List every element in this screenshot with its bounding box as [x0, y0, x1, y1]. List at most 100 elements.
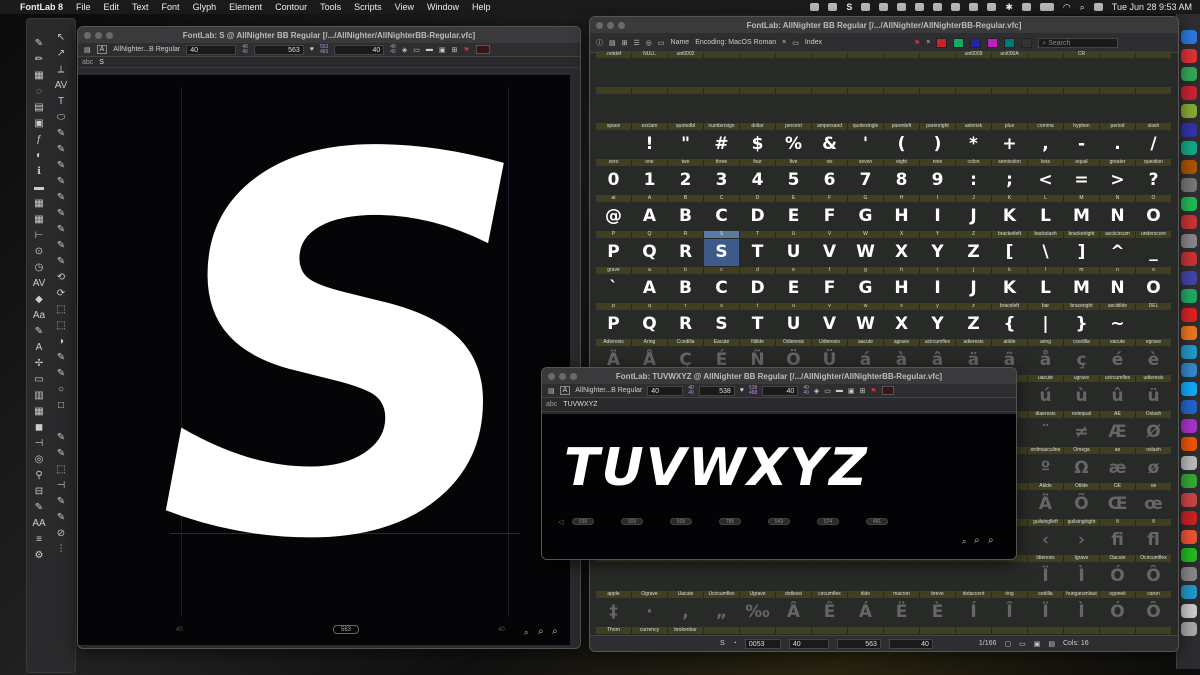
glyph-cell[interactable]: oO — [1136, 267, 1172, 303]
tool-icon[interactable]: ◷ — [31, 261, 47, 275]
tool-icon[interactable]: ⊣ — [53, 479, 69, 493]
glyph-cell[interactable] — [668, 555, 704, 591]
info-icon[interactable]: ⓘ — [596, 38, 603, 48]
glyph-cell[interactable] — [1136, 51, 1172, 87]
glyph-cell[interactable]: vV — [812, 303, 848, 339]
glyph-cell[interactable]: SS — [704, 231, 740, 267]
glyph-cell[interactable]: space — [596, 123, 632, 159]
glyph-cell[interactable]: ordmasculine º — [1028, 447, 1064, 483]
search-field[interactable]: ⌕ Search — [1038, 37, 1119, 48]
glyph-cell[interactable] — [776, 51, 812, 87]
glyph-cell[interactable]: RR — [668, 231, 704, 267]
tool-icon[interactable]: □ — [53, 399, 69, 413]
glyph-cell[interactable]: jJ — [956, 267, 992, 303]
glyph-cell[interactable]: yY — [920, 303, 956, 339]
menu-tools[interactable]: Tools — [320, 2, 341, 12]
glyph-cell[interactable]: colon: — [956, 159, 992, 195]
glyph-width-pill[interactable]: 509 — [670, 518, 692, 525]
close-button[interactable] — [84, 31, 91, 39]
text-input[interactable]: TUVWXYZ — [563, 401, 597, 408]
status-cols[interactable]: Cols: 16 — [1063, 640, 1089, 647]
glyph-cell[interactable]: oe œ — [1136, 483, 1172, 519]
tool-icon[interactable]: ⟲ — [53, 271, 69, 285]
color-swatch-none[interactable] — [1021, 37, 1033, 48]
glyph-cell[interactable]: ring Î — [992, 591, 1028, 627]
glyph-cell[interactable]: braceleft { — [992, 303, 1028, 339]
tool-icon[interactable]: ⬚ — [53, 319, 69, 333]
glyph-cell[interactable]: XX — [884, 231, 920, 267]
glyph-window-titlebar[interactable]: FontLab: S @ AllNighter BB Regular [/...… — [78, 27, 580, 43]
glyph-cell[interactable]: DD — [740, 195, 776, 231]
heart-icon[interactable]: ♥ — [740, 387, 744, 394]
glyph-cell[interactable]: aA — [632, 267, 668, 303]
glyph-cell[interactable]: fl ﬂ — [1136, 519, 1172, 555]
status-icon[interactable] — [951, 3, 961, 11]
glyph-cell[interactable] — [632, 555, 668, 591]
tool-icon[interactable]: ✎ — [53, 367, 69, 381]
tool-icon[interactable]: ⟂ — [53, 63, 69, 77]
control-center-icon[interactable] — [1093, 3, 1103, 11]
glyph-cell[interactable] — [1064, 87, 1100, 123]
sidebar-toggle-icon[interactable]: ▤ — [84, 46, 91, 54]
tool-icon[interactable]: AA — [31, 517, 47, 531]
glyph-cell[interactable]: WW — [848, 231, 884, 267]
glyph-cell[interactable]: diaeresis ¨ — [1028, 411, 1064, 447]
glyph-cell[interactable]: mM — [1064, 267, 1100, 303]
glyph-cell[interactable] — [812, 555, 848, 591]
glyph-cell[interactable] — [956, 87, 992, 123]
status-rsb[interactable]: 40 — [888, 638, 933, 649]
dock-app-icon[interactable] — [1181, 233, 1197, 248]
status-icon[interactable] — [861, 3, 871, 11]
name-filter[interactable]: Name — [671, 39, 690, 46]
glyph-cell[interactable] — [920, 87, 956, 123]
glyph-cell[interactable]: exclam! — [632, 123, 668, 159]
glyph-cell[interactable]: four 4 — [740, 159, 776, 195]
tool-icon[interactable]: ◼ — [31, 421, 47, 435]
glyph-cell[interactable] — [1100, 51, 1136, 87]
dock-app-icon[interactable] — [1181, 585, 1197, 599]
glyph-cell[interactable] — [884, 51, 920, 87]
glyph-cell[interactable]: LL — [1028, 195, 1064, 231]
fill-icon[interactable]: ▬ — [836, 387, 843, 394]
tool-icon[interactable]: ✎ — [31, 501, 47, 515]
tool-icon[interactable]: AV — [53, 79, 69, 93]
tool-icon[interactable]: ✎ — [53, 447, 69, 461]
glyph-cell[interactable]: pP — [596, 303, 632, 339]
advance-width-field[interactable]: 538 — [698, 385, 735, 396]
glyph-cell[interactable]: TT — [740, 231, 776, 267]
glyph-cell[interactable] — [740, 51, 776, 87]
glyph-cell[interactable]: OO — [1136, 195, 1172, 231]
glyph-cell[interactable] — [1028, 51, 1064, 87]
dock-app-icon[interactable] — [1181, 566, 1197, 581]
glyph-cell[interactable]: ogonek Ó — [1100, 591, 1136, 627]
glyph-cell[interactable]: NN — [1100, 195, 1136, 231]
glyph-cell[interactable] — [776, 87, 812, 123]
glyph-canvas[interactable]: S 40 563 40 ⌕ ⌕ ⌕ — [78, 75, 570, 645]
tool-icon[interactable]: ⊟ — [31, 485, 47, 499]
glyph-cell[interactable] — [740, 555, 776, 591]
menu-scripts[interactable]: Scripts — [354, 2, 382, 12]
glyph-cell[interactable]: BB — [668, 195, 704, 231]
glyph-cell[interactable]: eacute é — [1100, 339, 1136, 375]
glyph-cell[interactable]: egrave è — [1136, 339, 1172, 375]
tool-icon[interactable]: ◎ — [31, 453, 47, 467]
glyph-width-pill[interactable]: 538 — [572, 518, 594, 525]
glyph-cell[interactable]: udieresis ü — [1136, 375, 1172, 411]
dock-app-icon[interactable] — [1181, 437, 1197, 451]
clock[interactable]: Tue Jun 28 9:53 AM — [1112, 2, 1192, 12]
tool-icon[interactable]: Aa — [31, 309, 47, 323]
glyph-cell[interactable]: ccedilla ç — [1064, 339, 1100, 375]
menu-font[interactable]: Font — [162, 2, 180, 12]
glyph-cell[interactable]: Uacute, — [668, 591, 704, 627]
zoom-button[interactable] — [106, 31, 113, 39]
color-swatch-blue[interactable] — [970, 37, 982, 48]
glyph-cell[interactable]: apple ‡ — [596, 591, 632, 627]
glyph-cell[interactable] — [920, 51, 956, 87]
glyph-cell[interactable]: tilde Á — [848, 591, 884, 627]
glyph-cell[interactable]: dollar $ — [740, 123, 776, 159]
glyph-cell[interactable]: asciicircum ^ — [1100, 231, 1136, 267]
dock-app-icon[interactable] — [1181, 511, 1197, 525]
glyph-cell[interactable]: caron Ô — [1136, 591, 1172, 627]
menu-contour[interactable]: Contour — [275, 2, 307, 12]
glyph-cell[interactable]: macron Ë — [884, 591, 920, 627]
